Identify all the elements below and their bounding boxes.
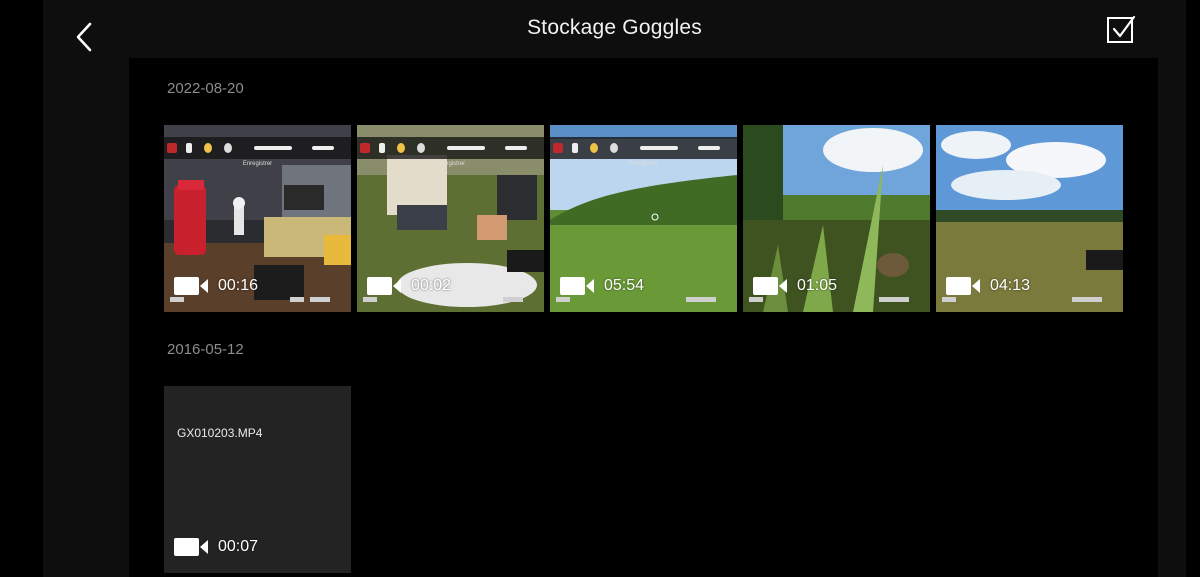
video-duration: 05:54 xyxy=(604,277,645,294)
video-duration: 00:02 xyxy=(411,277,452,294)
top-bar: Stockage Goggles xyxy=(43,0,1186,58)
osd-status-bar xyxy=(556,296,731,302)
media-gallery: 2022-08-20 Enregistrer 00:16 Enregistrer… xyxy=(129,58,1158,577)
video-camera-icon xyxy=(174,277,208,295)
video-duration: 00:16 xyxy=(218,277,259,294)
video-camera-icon xyxy=(367,277,401,295)
osd-toolbar xyxy=(550,137,737,159)
osd-status-bar xyxy=(942,296,1117,302)
video-thumbnail[interactable]: Enregistrer 05:54 xyxy=(550,125,737,312)
video-duration: 04:13 xyxy=(990,277,1031,294)
osd-toolbar xyxy=(357,137,544,159)
osd-toolbar xyxy=(164,137,351,159)
video-duration: 00:07 xyxy=(218,538,259,555)
date-header: 2016-05-12 xyxy=(167,341,244,358)
file-name: GX010203.MP4 xyxy=(177,426,263,440)
video-camera-icon xyxy=(174,538,208,556)
video-thumbnail[interactable]: 04:13 xyxy=(936,125,1123,312)
date-header: 2022-08-20 xyxy=(167,80,244,97)
osd-label: Enregistrer xyxy=(242,161,273,167)
video-camera-icon xyxy=(753,277,787,295)
app-window: Stockage Goggles 2022-08-20 Enregistrer … xyxy=(43,0,1186,577)
page-title: Stockage Goggles xyxy=(527,16,702,39)
osd-label: Enregistrer xyxy=(628,161,659,167)
video-thumbnail[interactable]: Enregistrer 00:02 xyxy=(357,125,544,312)
checkbox-checked-icon xyxy=(1107,15,1136,43)
osd-status-bar xyxy=(170,296,345,302)
video-duration: 01:05 xyxy=(797,277,838,294)
select-button[interactable] xyxy=(1106,14,1136,44)
osd-status-bar xyxy=(363,296,538,302)
osd-label: Enregistrer xyxy=(435,161,466,167)
video-thumbnail[interactable]: Enregistrer 00:16 xyxy=(164,125,351,312)
video-camera-icon xyxy=(560,277,594,295)
video-file-tile[interactable]: GX010203.MP4 00:07 xyxy=(164,386,351,573)
video-thumbnail[interactable]: 01:05 xyxy=(743,125,930,312)
osd-status-bar xyxy=(749,296,924,302)
video-camera-icon xyxy=(946,277,980,295)
